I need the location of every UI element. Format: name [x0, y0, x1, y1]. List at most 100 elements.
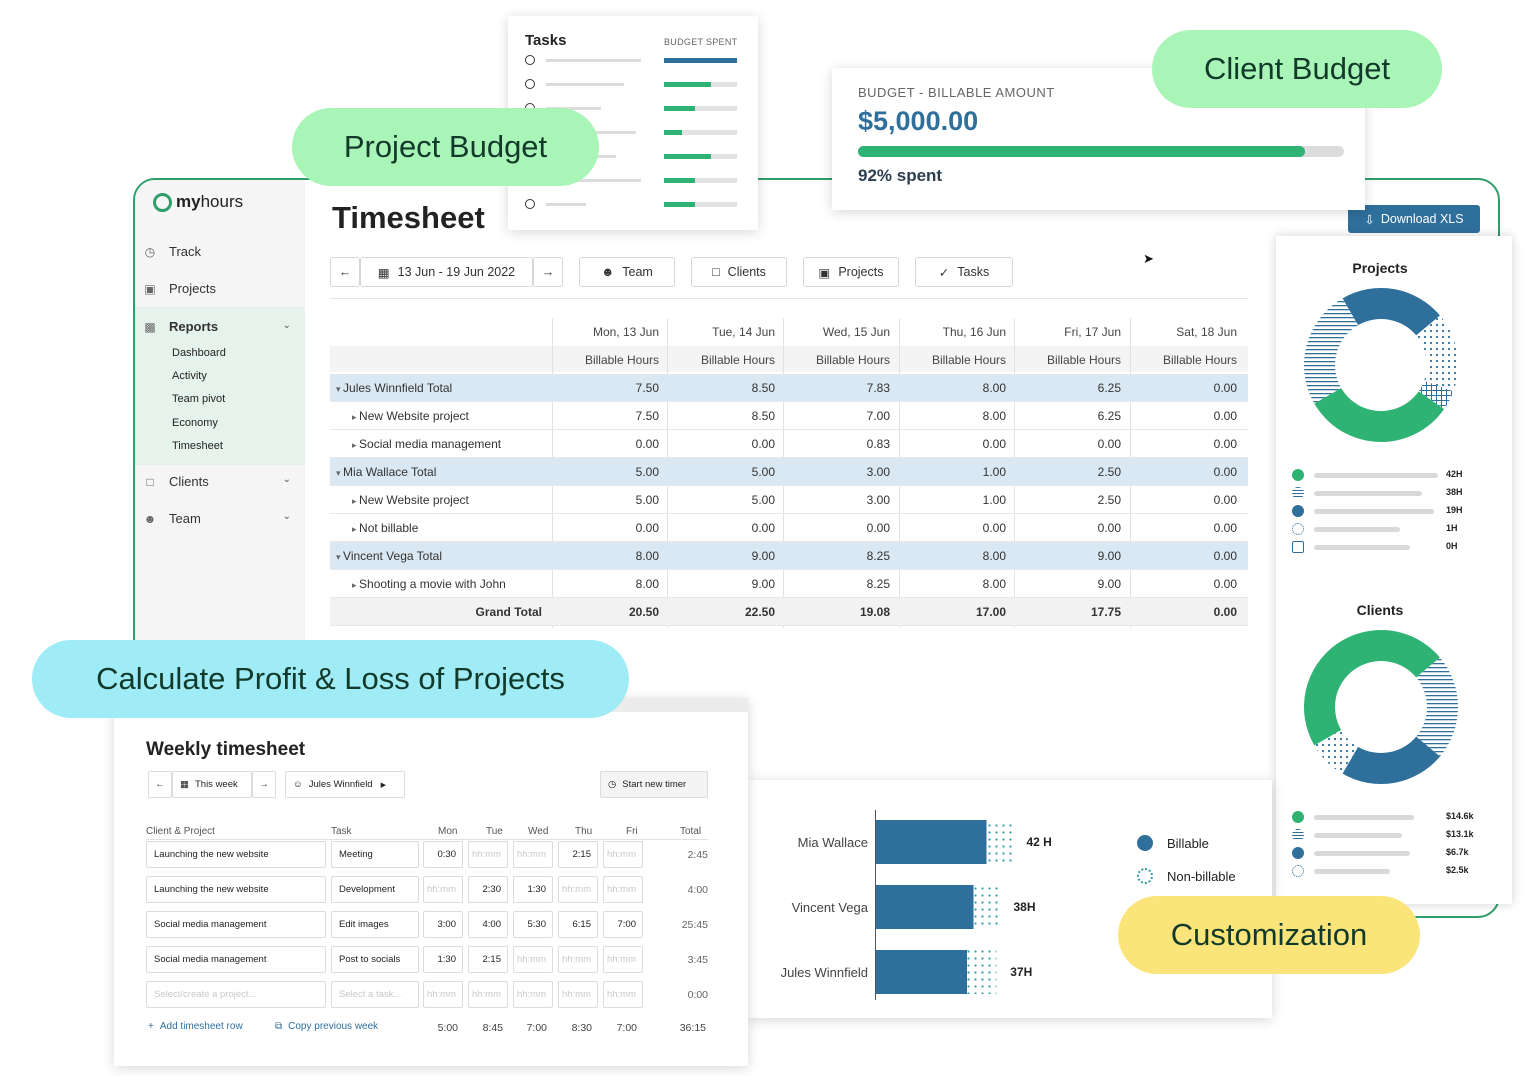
project-field[interactable]: Social media management [146, 911, 326, 938]
projects-filter-button[interactable]: ▣ Projects [803, 257, 899, 287]
time-input[interactable]: 2:15 [558, 841, 598, 868]
table-row[interactable]: ▸ Not billable 0.00 0.00 0.00 0.00 0.00 0.00 [330, 514, 1248, 542]
legend-bar [1314, 869, 1390, 874]
logo[interactable]: myhours [153, 192, 243, 212]
task-field[interactable]: Development [331, 876, 419, 903]
table-row[interactable]: ▾ Vincent Vega Total 8.00 9.00 8.25 8.00 9.00… [330, 542, 1248, 570]
time-input[interactable]: hh:mm [558, 946, 598, 973]
table-row[interactable]: ▸ New Website project 5.00 5.00 3.00 1.00 2.5… [330, 486, 1248, 514]
task-check-icon[interactable] [525, 79, 535, 89]
sidebar-subitem-activity[interactable]: Activity [172, 370, 207, 382]
table-row[interactable]: ▾ Mia Wallace Total 5.00 5.00 3.00 1.00 2.50 0… [330, 458, 1248, 486]
sidebar-item-projects[interactable]: ▣ Projects [143, 281, 216, 296]
table-row[interactable]: ▸ Shooting a movie with John 8.00 9.00 8.25… [330, 570, 1248, 598]
caret-right-icon[interactable]: ▸ [352, 412, 359, 422]
time-input[interactable]: hh:mm [558, 876, 598, 903]
user-selector[interactable]: ☺ Jules Winnfield ▶ [285, 771, 405, 798]
sidebar-item-clients[interactable]: □ Clients [143, 474, 208, 489]
caret-down-icon[interactable]: ▾ [336, 468, 343, 478]
sidebar-subitem-team-pivot[interactable]: Team pivot [172, 393, 225, 405]
date-range-picker[interactable]: ▦ 13 Jun - 19 Jun 2022 [360, 257, 533, 287]
time-input[interactable]: 2:30 [468, 876, 508, 903]
time-input[interactable]: hh:mm [603, 876, 643, 903]
project-field[interactable]: Launching the new website [146, 841, 326, 868]
tasks-filter-button[interactable]: ✓ Tasks [915, 257, 1013, 287]
table-row[interactable]: ▾ Jules Winnfield Total 7.50 8.50 7.83 8.00 6… [330, 374, 1248, 402]
copy-week-link[interactable]: ⧉ Copy previous week [275, 1021, 378, 1032]
table-row[interactable]: ▸ Social media management 0.00 0.00 0.83 0.0… [330, 430, 1248, 458]
bar-non-billable[interactable] [986, 820, 1013, 864]
caret-right-icon[interactable]: ▸ [352, 440, 359, 450]
legend-bar [1314, 509, 1434, 514]
table-header-metric: Billable Hours [1162, 353, 1237, 367]
sidebar-subitem-economy[interactable]: Economy [172, 417, 218, 429]
time-input[interactable]: hh:mm [513, 981, 553, 1008]
chevron-down-icon[interactable]: ⌄ [283, 474, 291, 485]
prev-week-button[interactable]: ← [148, 771, 172, 798]
time-input[interactable]: 6:15 [558, 911, 598, 938]
project-select[interactable]: Select/create a project... [146, 981, 326, 1008]
bar-billable[interactable] [876, 885, 974, 929]
project-field[interactable]: Launching the new website [146, 876, 326, 903]
bar-non-billable[interactable] [967, 950, 997, 994]
time-input[interactable]: 1:30 [423, 946, 463, 973]
next-week-button[interactable]: → [252, 771, 276, 798]
donut-segment[interactable] [1304, 298, 1358, 404]
sidebar-item-team[interactable]: ☻ Team [143, 511, 201, 526]
bar-billable[interactable] [876, 820, 987, 864]
sidebar-subitem-dashboard[interactable]: Dashboard [172, 347, 226, 359]
time-input[interactable]: 0:30 [423, 841, 463, 868]
time-input[interactable]: hh:mm [423, 981, 463, 1008]
sidebar-subitem-timesheet[interactable]: Timesheet [172, 440, 223, 452]
sidebar-item-reports[interactable]: ▩ Reports [143, 319, 218, 334]
time-input[interactable]: 5:30 [513, 911, 553, 938]
budget-label: BUDGET - BILLABLE AMOUNT [858, 85, 1055, 100]
time-input[interactable]: 7:00 [603, 911, 643, 938]
clients-filter-button[interactable]: □ Clients [691, 257, 787, 287]
table-row[interactable]: ▸ New Website project 7.50 8.50 7.00 8.00 6.2… [330, 402, 1248, 430]
start-timer-button[interactable]: ◷ Start new timer [600, 771, 708, 798]
arrow-right-icon: → [541, 265, 555, 279]
time-input[interactable]: hh:mm [468, 981, 508, 1008]
caret-down-icon[interactable]: ▾ [336, 552, 343, 562]
caret-right-icon[interactable]: ▸ [352, 496, 359, 506]
time-input[interactable]: 1:30 [513, 876, 553, 903]
time-input[interactable]: 4:00 [468, 911, 508, 938]
task-field[interactable]: Meeting [331, 841, 419, 868]
this-week-picker[interactable]: ▦ This week [172, 771, 252, 798]
task-check-icon[interactable] [525, 199, 535, 209]
donut-segment[interactable] [1416, 657, 1458, 757]
add-row-link[interactable]: + Add timesheet row [148, 1021, 243, 1032]
download-xls-button[interactable]: ⇩ Download XLS [1348, 205, 1480, 233]
logo-text: hours [200, 192, 244, 211]
caret-right-icon[interactable]: ▸ [352, 580, 359, 590]
time-input[interactable]: hh:mm [603, 841, 643, 868]
sidebar-item-track[interactable]: ◷ Track [143, 244, 201, 259]
prev-week-button[interactable]: ← [330, 257, 360, 287]
task-field[interactable]: Post to socials [331, 946, 419, 973]
task-field[interactable]: Edit images [331, 911, 419, 938]
time-input[interactable]: 3:00 [423, 911, 463, 938]
time-input[interactable]: hh:mm [513, 946, 553, 973]
table-cell: 0.00 [982, 521, 1006, 535]
time-input[interactable]: 2:15 [468, 946, 508, 973]
time-input[interactable]: hh:mm [603, 946, 643, 973]
donut-segment[interactable] [1304, 629, 1440, 746]
time-input[interactable]: hh:mm [558, 981, 598, 1008]
time-input[interactable]: hh:mm [468, 841, 508, 868]
task-select[interactable]: Select a task... [331, 981, 419, 1008]
next-week-button[interactable]: → [533, 257, 563, 287]
caret-right-icon[interactable]: ▸ [352, 524, 359, 534]
task-check-icon[interactable] [525, 55, 535, 65]
time-input[interactable]: hh:mm [423, 876, 463, 903]
chevron-down-icon[interactable]: ⌄ [283, 320, 291, 331]
donut-segment[interactable] [1314, 388, 1445, 442]
caret-down-icon[interactable]: ▾ [336, 384, 343, 394]
bar-billable[interactable] [876, 950, 967, 994]
time-input[interactable]: hh:mm [513, 841, 553, 868]
project-field[interactable]: Social media management [146, 946, 326, 973]
team-filter-button[interactable]: ☻ Team [579, 257, 675, 287]
time-input[interactable]: hh:mm [603, 981, 643, 1008]
chevron-down-icon[interactable]: ⌄ [283, 511, 291, 522]
bar-non-billable[interactable] [973, 885, 1000, 929]
